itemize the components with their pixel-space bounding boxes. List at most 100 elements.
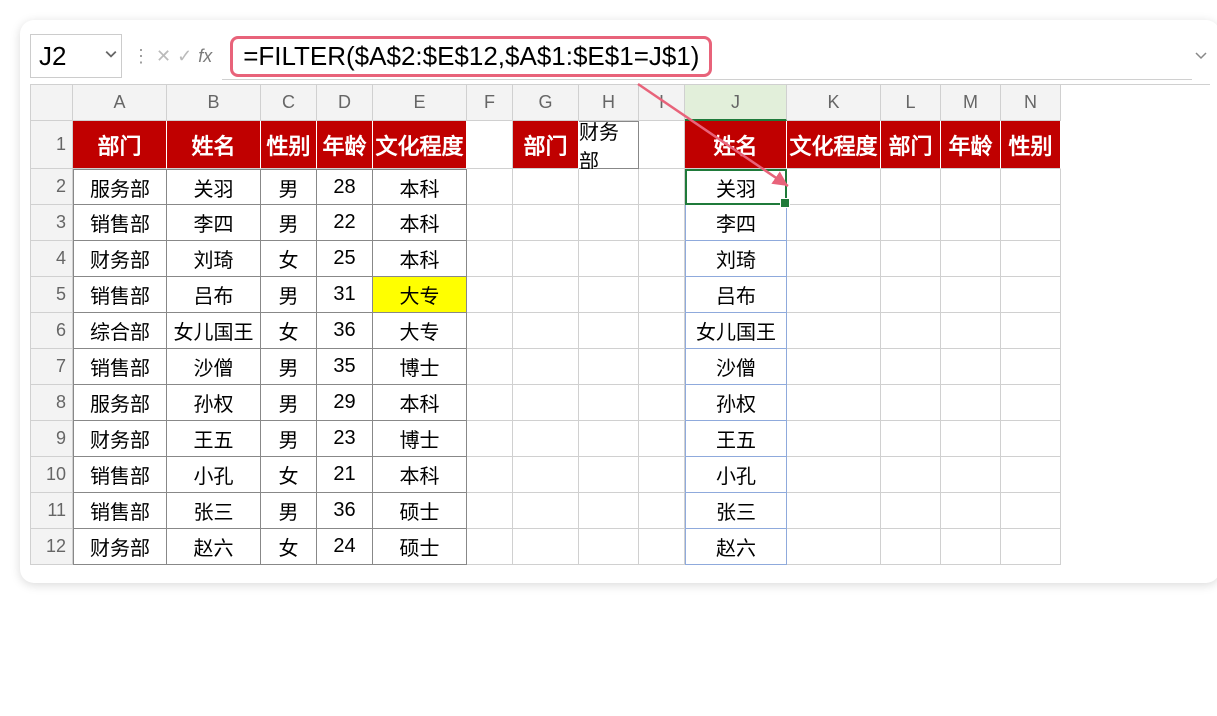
cell-E7[interactable]: 博士 bbox=[373, 349, 467, 385]
fx-icon[interactable]: fx bbox=[198, 47, 212, 65]
cell-K5[interactable] bbox=[787, 277, 881, 313]
cell-C6[interactable]: 女 bbox=[261, 313, 317, 349]
cell-C10[interactable]: 女 bbox=[261, 457, 317, 493]
cell-M11[interactable] bbox=[941, 493, 1001, 529]
cell-M7[interactable] bbox=[941, 349, 1001, 385]
cell-N2[interactable] bbox=[1001, 169, 1061, 205]
cell-H3[interactable] bbox=[579, 205, 639, 241]
cell-D12[interactable]: 24 bbox=[317, 529, 373, 565]
col-header-L[interactable]: L bbox=[881, 85, 941, 121]
cell-C8[interactable]: 男 bbox=[261, 385, 317, 421]
cell-K1[interactable]: 文化程度 bbox=[787, 121, 881, 169]
cell-E1[interactable]: 文化程度 bbox=[373, 121, 467, 169]
cell-M12[interactable] bbox=[941, 529, 1001, 565]
accept-icon[interactable]: ✓ bbox=[177, 47, 192, 65]
cell-J10[interactable]: 小孔 bbox=[685, 457, 787, 493]
cell-L2[interactable] bbox=[881, 169, 941, 205]
cell-D10[interactable]: 21 bbox=[317, 457, 373, 493]
cell-H5[interactable] bbox=[579, 277, 639, 313]
cell-A2[interactable]: 服务部 bbox=[73, 169, 167, 205]
cell-L5[interactable] bbox=[881, 277, 941, 313]
cell-H9[interactable] bbox=[579, 421, 639, 457]
cell-E11[interactable]: 硕士 bbox=[373, 493, 467, 529]
spreadsheet-grid[interactable]: ABCDEFGHIJKLMN1部门姓名性别年龄文化程度部门财务部姓名文化程度部门… bbox=[30, 84, 1210, 565]
cell-L4[interactable] bbox=[881, 241, 941, 277]
cell-E9[interactable]: 博士 bbox=[373, 421, 467, 457]
cell-B7[interactable]: 沙僧 bbox=[167, 349, 261, 385]
formula-input[interactable]: =FILTER($A$2:$E$12,$A$1:$E$1=J$1) bbox=[222, 34, 1192, 80]
cell-I8[interactable] bbox=[639, 385, 685, 421]
cell-I11[interactable] bbox=[639, 493, 685, 529]
cell-C3[interactable]: 男 bbox=[261, 205, 317, 241]
cell-M10[interactable] bbox=[941, 457, 1001, 493]
cell-C5[interactable]: 男 bbox=[261, 277, 317, 313]
cell-C11[interactable]: 男 bbox=[261, 493, 317, 529]
cancel-icon[interactable]: ✕ bbox=[156, 47, 171, 65]
cell-N9[interactable] bbox=[1001, 421, 1061, 457]
cell-L1[interactable]: 部门 bbox=[881, 121, 941, 169]
cell-E6[interactable]: 大专 bbox=[373, 313, 467, 349]
cell-N5[interactable] bbox=[1001, 277, 1061, 313]
cell-E5[interactable]: 大专 bbox=[373, 277, 467, 313]
cell-J11[interactable]: 张三 bbox=[685, 493, 787, 529]
cell-A10[interactable]: 销售部 bbox=[73, 457, 167, 493]
cell-B4[interactable]: 刘琦 bbox=[167, 241, 261, 277]
cell-D6[interactable]: 36 bbox=[317, 313, 373, 349]
row-header-4[interactable]: 4 bbox=[31, 241, 73, 277]
cell-M4[interactable] bbox=[941, 241, 1001, 277]
cell-G5[interactable] bbox=[513, 277, 579, 313]
cell-H11[interactable] bbox=[579, 493, 639, 529]
cell-F8[interactable] bbox=[467, 385, 513, 421]
cell-J3[interactable]: 李四 bbox=[685, 205, 787, 241]
cell-J2[interactable]: 关羽 bbox=[685, 169, 787, 205]
cell-F6[interactable] bbox=[467, 313, 513, 349]
cell-B11[interactable]: 张三 bbox=[167, 493, 261, 529]
cell-L7[interactable] bbox=[881, 349, 941, 385]
cell-H10[interactable] bbox=[579, 457, 639, 493]
cell-H4[interactable] bbox=[579, 241, 639, 277]
cell-C1[interactable]: 性别 bbox=[261, 121, 317, 169]
cell-H1[interactable]: 财务部 bbox=[579, 121, 639, 169]
cell-B3[interactable]: 李四 bbox=[167, 205, 261, 241]
cell-F7[interactable] bbox=[467, 349, 513, 385]
cell-A3[interactable]: 销售部 bbox=[73, 205, 167, 241]
col-header-A[interactable]: A bbox=[73, 85, 167, 121]
cell-D11[interactable]: 36 bbox=[317, 493, 373, 529]
cell-A9[interactable]: 财务部 bbox=[73, 421, 167, 457]
cell-D4[interactable]: 25 bbox=[317, 241, 373, 277]
col-header-G[interactable]: G bbox=[513, 85, 579, 121]
name-box[interactable]: J2 bbox=[30, 34, 122, 78]
cell-J8[interactable]: 孙权 bbox=[685, 385, 787, 421]
row-header-2[interactable]: 2 bbox=[31, 169, 73, 205]
cell-B8[interactable]: 孙权 bbox=[167, 385, 261, 421]
cell-K4[interactable] bbox=[787, 241, 881, 277]
cell-G8[interactable] bbox=[513, 385, 579, 421]
expand-formula-bar-icon[interactable] bbox=[1192, 34, 1210, 78]
cell-M5[interactable] bbox=[941, 277, 1001, 313]
chevron-down-icon[interactable] bbox=[105, 47, 117, 65]
cell-A1[interactable]: 部门 bbox=[73, 121, 167, 169]
cell-N10[interactable] bbox=[1001, 457, 1061, 493]
cell-I7[interactable] bbox=[639, 349, 685, 385]
cell-L6[interactable] bbox=[881, 313, 941, 349]
cell-N1[interactable]: 性别 bbox=[1001, 121, 1061, 169]
col-header-I[interactable]: I bbox=[639, 85, 685, 121]
cell-L9[interactable] bbox=[881, 421, 941, 457]
cell-G11[interactable] bbox=[513, 493, 579, 529]
cell-F9[interactable] bbox=[467, 421, 513, 457]
cell-A12[interactable]: 财务部 bbox=[73, 529, 167, 565]
cell-J9[interactable]: 王五 bbox=[685, 421, 787, 457]
cell-H12[interactable] bbox=[579, 529, 639, 565]
cell-M1[interactable]: 年龄 bbox=[941, 121, 1001, 169]
cell-E12[interactable]: 硕士 bbox=[373, 529, 467, 565]
cell-G9[interactable] bbox=[513, 421, 579, 457]
cell-G10[interactable] bbox=[513, 457, 579, 493]
cell-L3[interactable] bbox=[881, 205, 941, 241]
cell-B2[interactable]: 关羽 bbox=[167, 169, 261, 205]
cell-B1[interactable]: 姓名 bbox=[167, 121, 261, 169]
cell-N12[interactable] bbox=[1001, 529, 1061, 565]
cell-G3[interactable] bbox=[513, 205, 579, 241]
cell-I12[interactable] bbox=[639, 529, 685, 565]
cell-J6[interactable]: 女儿国王 bbox=[685, 313, 787, 349]
cell-L10[interactable] bbox=[881, 457, 941, 493]
